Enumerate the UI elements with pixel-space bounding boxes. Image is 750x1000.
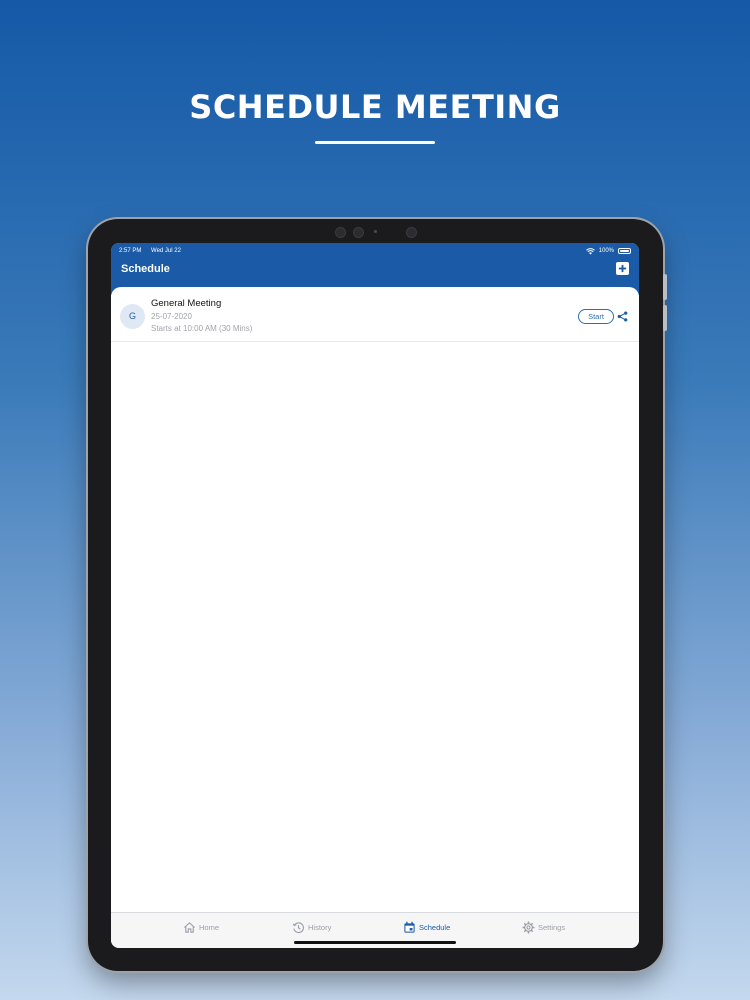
tab-schedule-label: Schedule (419, 923, 451, 932)
status-right: 100% (585, 245, 631, 257)
meeting-time: Starts at 10:00 AM (30 Mins) (151, 324, 253, 333)
tab-history[interactable]: History (292, 921, 331, 934)
battery-percent: 100% (598, 248, 614, 254)
tab-home[interactable]: Home (183, 921, 219, 934)
status-bar: 2:57 PM Wed Jul 22 100% (119, 245, 631, 257)
tablet-device: 2:57 PM Wed Jul 22 100% Schedule G Gener… (88, 219, 667, 971)
status-date: Wed Jul 22 (151, 248, 181, 254)
home-icon (184, 922, 195, 933)
tab-history-label: History (308, 923, 332, 932)
share-icon[interactable] (617, 311, 628, 322)
tab-settings[interactable]: Settings (522, 921, 565, 934)
page-title: Schedule (121, 263, 170, 275)
list-item[interactable]: G General Meeting 25-07-2020 Starts at 1… (111, 287, 639, 342)
app-screen: 2:57 PM Wed Jul 22 100% Schedule G Gener… (111, 243, 639, 948)
front-sensor-icon (353, 227, 364, 238)
calendar-icon (404, 921, 415, 933)
avatar: G (120, 304, 145, 329)
tab-home-label: Home (199, 923, 220, 932)
plus-icon (618, 264, 627, 273)
rear-sensor-icon (406, 227, 417, 238)
history-icon (292, 922, 304, 934)
start-button[interactable]: Start (578, 309, 614, 324)
front-camera-icon (335, 227, 346, 238)
status-time: 2:57 PM (119, 248, 142, 254)
tab-settings-label: Settings (538, 923, 566, 932)
meeting-date: 25-07-2020 (151, 312, 192, 321)
promo-headline: SCHEDULE MEETING (189, 88, 561, 126)
volume-up-button (663, 274, 667, 300)
tab-bar: Home History Schedule Settings (111, 912, 639, 948)
home-indicator (294, 941, 456, 944)
battery-icon (618, 248, 631, 254)
proximity-dot (374, 230, 377, 233)
meeting-list: G General Meeting 25-07-2020 Starts at 1… (111, 287, 639, 912)
headline-underline (315, 141, 435, 144)
status-left: 2:57 PM Wed Jul 22 (119, 245, 189, 257)
tab-schedule[interactable]: Schedule (403, 921, 450, 934)
volume-down-button (663, 305, 667, 331)
wifi-icon (585, 247, 595, 254)
add-meeting-button[interactable] (616, 262, 629, 275)
gear-icon (522, 921, 535, 934)
meeting-title: General Meeting (151, 298, 222, 309)
